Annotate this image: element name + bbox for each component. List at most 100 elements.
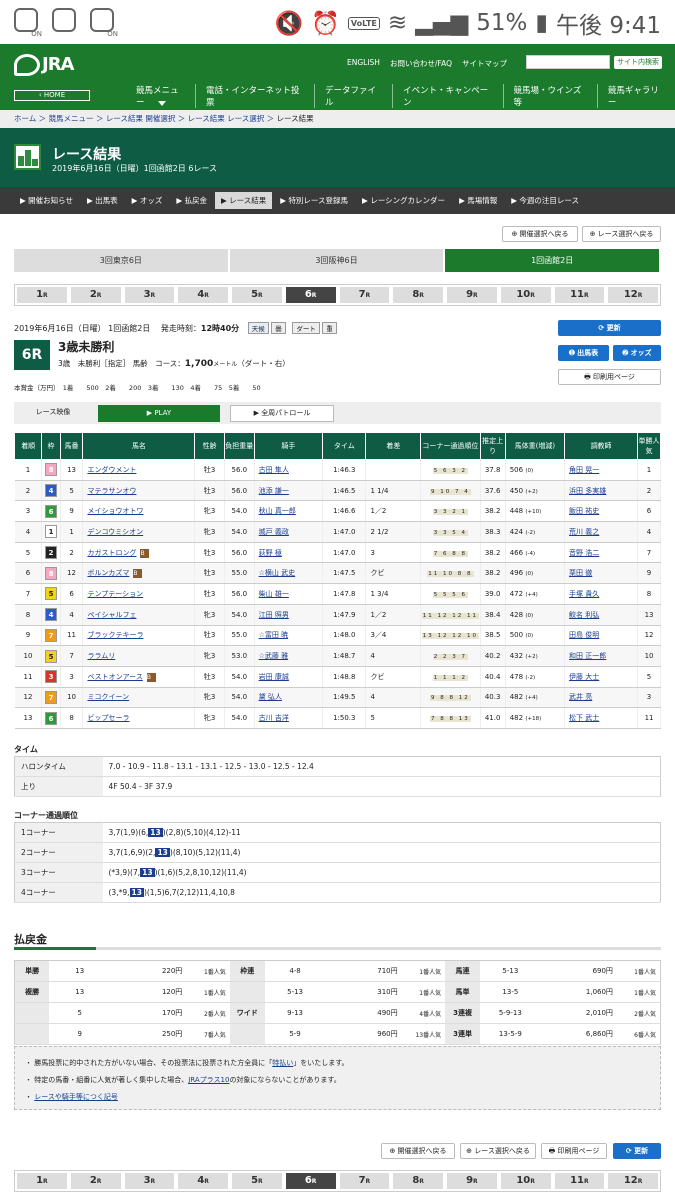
race-tab-7[interactable]: 7R [339,1173,390,1189]
trainer-link[interactable]: 飯田 祐史 [569,507,599,515]
nav-gallery[interactable]: 競馬ギャラリー [596,84,675,108]
trainer-link[interactable]: 手塚 貴久 [569,590,599,598]
horse-link[interactable]: ブラックテキーラ [87,631,143,639]
nav-racecourses[interactable]: 競馬場・ウインズ等 [502,84,597,108]
contact-link[interactable]: お問い合わせ/FAQ [390,58,452,69]
race-tab-3[interactable]: 3R [124,1173,175,1189]
entries-button[interactable]: ➊ 出馬表 [558,345,609,361]
race-tab-11[interactable]: 11R [554,287,605,303]
trainer-link[interactable]: 伊藤 大士 [569,673,599,681]
crumb-home[interactable]: ホーム [14,114,36,123]
horse-link[interactable]: メイショウオトワ [87,507,143,515]
jockey-link[interactable]: 荻野 極 [259,549,282,557]
race-tab-6[interactable]: 6R [285,287,336,303]
jockey-link[interactable]: 黛 弘人 [259,693,282,701]
home-button[interactable]: ‹ HOME [14,90,90,101]
jockey-link[interactable]: 岩田 康誠 [259,673,289,681]
tab-tokyo[interactable]: 3回東京6日 [14,249,230,272]
trainer-link[interactable]: 角田 晃一 [569,466,599,474]
race-tab-9[interactable]: 9R [447,287,497,303]
subnav-entries[interactable]: ▶ 出馬表 [81,192,124,209]
tab-hanshin[interactable]: 3回阪神6日 [229,249,446,272]
race-tab-5[interactable]: 5R [232,1173,282,1189]
nav-events[interactable]: イベント・キャンペーン [392,84,502,108]
tab-hakodate[interactable]: 1回函館2日 [445,249,662,272]
jockey-link[interactable]: ☆武藤 雅 [259,652,289,660]
back-to-meet-button[interactable]: ⊕ 開催選択へ戻る [502,226,578,242]
horse-link[interactable]: エンダウメント [87,466,136,474]
tokubarai-link[interactable]: 特払い [272,1059,293,1067]
subnav-notice[interactable]: ▶ 開催お知らせ [14,192,79,209]
trainer-link[interactable]: 音野 浩二 [569,549,599,557]
jra-logo[interactable]: JRA [14,54,74,76]
patrol-button[interactable]: ▶ 全周パトロール [230,404,334,422]
race-tab-12[interactable]: 12R [608,1173,658,1189]
trainer-link[interactable]: 鮫名 利弘 [569,611,599,619]
race-tab-10[interactable]: 10R [500,287,551,303]
bottom-back-race-button[interactable]: ⊕ レース選択へ戻る [460,1143,536,1159]
race-tab-11[interactable]: 11R [554,1173,605,1189]
trainer-link[interactable]: 田島 俊明 [569,631,599,639]
site-search-input[interactable] [526,55,610,69]
jockey-link[interactable]: 柴山 雄一 [259,590,289,598]
race-tab-4[interactable]: 4R [178,287,228,303]
english-link[interactable]: ENGLISH [347,58,380,69]
print-button[interactable]: 🖶 印刷用ページ [558,369,661,385]
race-tab-2[interactable]: 2R [70,1173,121,1189]
trainer-link[interactable]: 武井 亮 [569,693,592,701]
subnav-calendar[interactable]: ▶ レーシングカレンダー [356,192,451,209]
trainer-link[interactable]: 和田 正一郎 [569,652,606,660]
bottom-update-button[interactable]: ⟳ 更新 [613,1143,661,1159]
horse-link[interactable]: デンコウミシオン [87,528,143,536]
race-tab-7[interactable]: 7R [339,287,390,303]
horse-link[interactable]: カガストロング [87,549,136,557]
race-tab-8[interactable]: 8R [393,1173,443,1189]
nav-voting[interactable]: 電話・インターネット投票 [195,84,314,108]
subnav-payout[interactable]: ▶ 払戻金 [170,192,213,209]
crumb-menu[interactable]: 競馬メニュー [49,114,94,123]
nav-datafile[interactable]: データファイル [313,84,392,108]
jockey-link[interactable]: 秋山 真一郎 [259,507,296,515]
race-tab-6[interactable]: 6R [285,1173,336,1189]
subnav-odds[interactable]: ▶ オッズ [126,192,169,209]
race-tab-8[interactable]: 8R [393,287,443,303]
jockey-link[interactable]: 古川 吉洋 [259,714,289,722]
trainer-link[interactable]: 浜田 多実雄 [569,487,606,495]
trainer-link[interactable]: 栗田 徹 [569,569,592,577]
horse-link[interactable]: テンプテーション [87,590,143,598]
race-tab-10[interactable]: 10R [500,1173,551,1189]
race-tab-4[interactable]: 4R [178,1173,228,1189]
horse-link[interactable]: ボルンカズマ [87,569,129,577]
race-tab-9[interactable]: 9R [447,1173,497,1189]
symbols-link[interactable]: レースや騎手等につく記号 [34,1093,118,1101]
bottom-print-button[interactable]: 🖶 印刷用ページ [541,1143,607,1159]
subnav-results[interactable]: ▶ レース結果 [214,192,273,209]
crumb-meet[interactable]: レース結果 開催選択 [106,114,176,123]
play-button[interactable]: ▶ PLAY [98,404,220,422]
horse-link[interactable]: ベストオンアース [87,673,142,681]
horse-link[interactable]: マテラサンオウ [87,487,136,495]
back-to-race-button[interactable]: ⊕ レース選択へ戻る [582,226,661,242]
site-search-button[interactable]: サイト内検索 [614,56,662,69]
horse-link[interactable]: ララムリ [87,652,115,660]
jockey-link[interactable]: 城戸 義政 [259,528,289,536]
trainer-link[interactable]: 荒川 義之 [569,528,599,536]
subnav-track-info[interactable]: ▶ 馬場情報 [453,192,503,209]
jockey-link[interactable]: 古田 隼人 [259,466,289,474]
horse-link[interactable]: ペイシャルフェ [87,611,136,619]
crumb-race[interactable]: レース結果 レース選択 [188,114,265,123]
jockey-link[interactable]: 池添 謙一 [259,487,289,495]
horse-link[interactable]: ビップセーラ [87,714,129,722]
race-tab-5[interactable]: 5R [232,287,282,303]
race-tab-1[interactable]: 1R [17,287,67,303]
subnav-featured[interactable]: ▶ 今週の注目レース [505,192,585,209]
jra-plus10-link[interactable]: JRAプラス10 [188,1076,229,1084]
trainer-link[interactable]: 松下 武士 [569,714,599,722]
subnav-special[interactable]: ▶ 特別レース登録馬 [274,192,354,209]
jockey-link[interactable]: ☆横山 武史 [259,569,296,577]
race-tab-3[interactable]: 3R [124,287,175,303]
odds-button[interactable]: ➋ オッズ [613,345,661,361]
horse-link[interactable]: ミコクイーン [87,693,129,701]
update-button[interactable]: ⟳ 更新 [558,320,661,336]
race-tab-2[interactable]: 2R [70,287,121,303]
